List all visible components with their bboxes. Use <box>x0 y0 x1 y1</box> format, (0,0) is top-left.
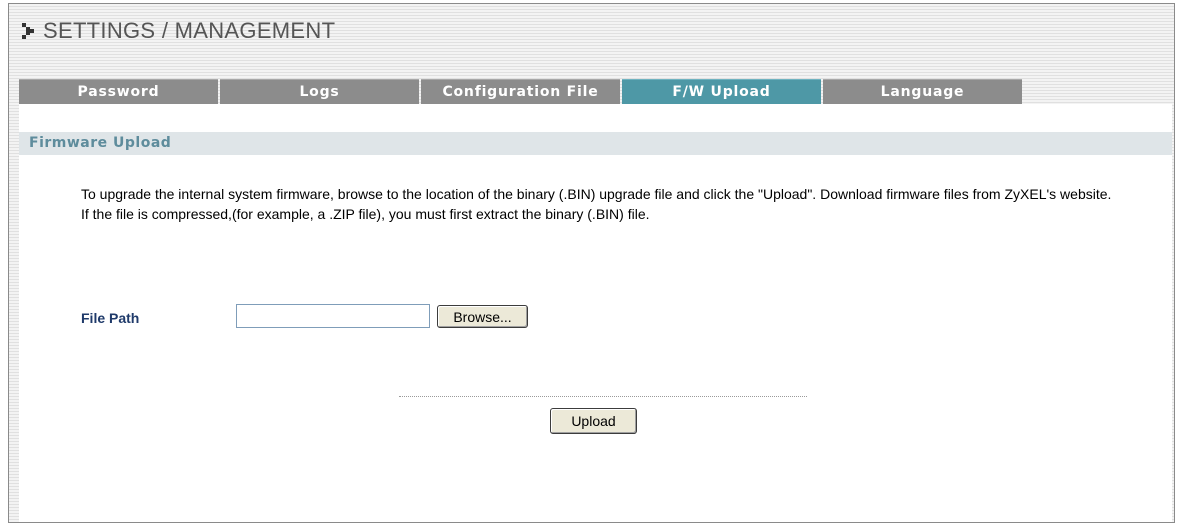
arrow-right-icon <box>22 23 34 39</box>
section-title: Firmware Upload <box>29 135 172 151</box>
upload-instructions: To upgrade the internal system firmware,… <box>81 186 1112 222</box>
tab-fw-upload[interactable]: F/W Upload <box>622 79 821 104</box>
tab-language[interactable]: Language <box>823 79 1022 104</box>
divider <box>399 396 807 397</box>
section-header: Firmware Upload <box>19 132 1172 155</box>
settings-frame: SETTINGS / MANAGEMENT Password Logs Conf… <box>8 3 1175 523</box>
tab-password[interactable]: Password <box>19 79 218 104</box>
content-panel: Firmware Upload To upgrade the internal … <box>19 104 1172 522</box>
tab-configuration-file[interactable]: Configuration File <box>421 79 620 104</box>
file-path-input[interactable] <box>236 304 430 328</box>
file-path-label: File Path <box>81 310 140 326</box>
browse-button[interactable]: Browse... <box>437 305 528 328</box>
upload-button[interactable]: Upload <box>550 408 637 434</box>
tab-bar: Password Logs Configuration File F/W Upl… <box>19 79 1024 104</box>
tab-logs[interactable]: Logs <box>220 79 419 104</box>
page-header: SETTINGS / MANAGEMENT <box>9 4 1174 64</box>
page-title: SETTINGS / MANAGEMENT <box>43 18 336 43</box>
